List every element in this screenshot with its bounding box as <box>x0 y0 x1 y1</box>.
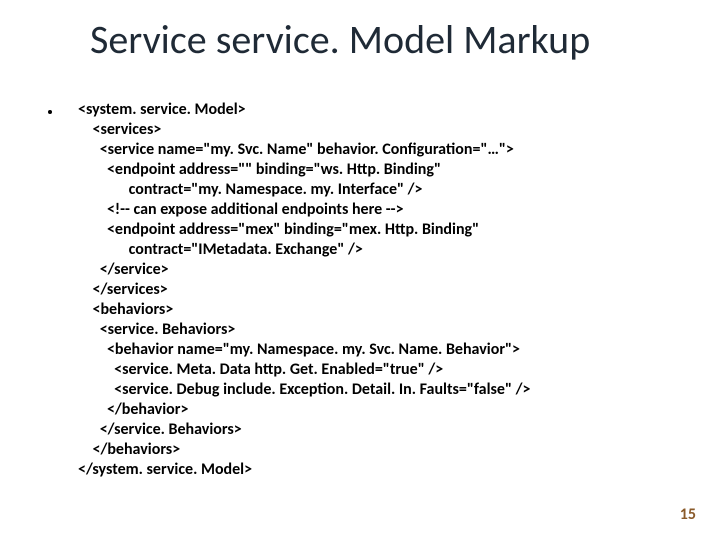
slide-body: <system. service. Model> <services> <ser… <box>48 100 680 480</box>
code-block: <system. service. Model> <services> <ser… <box>78 100 530 480</box>
bullet-icon <box>48 110 52 114</box>
bullet-item: <system. service. Model> <services> <ser… <box>48 100 680 480</box>
slide: Service service. Model Markup <system. s… <box>0 0 720 540</box>
slide-title: Service service. Model Markup <box>90 18 680 62</box>
page-number: 15 <box>680 505 696 524</box>
